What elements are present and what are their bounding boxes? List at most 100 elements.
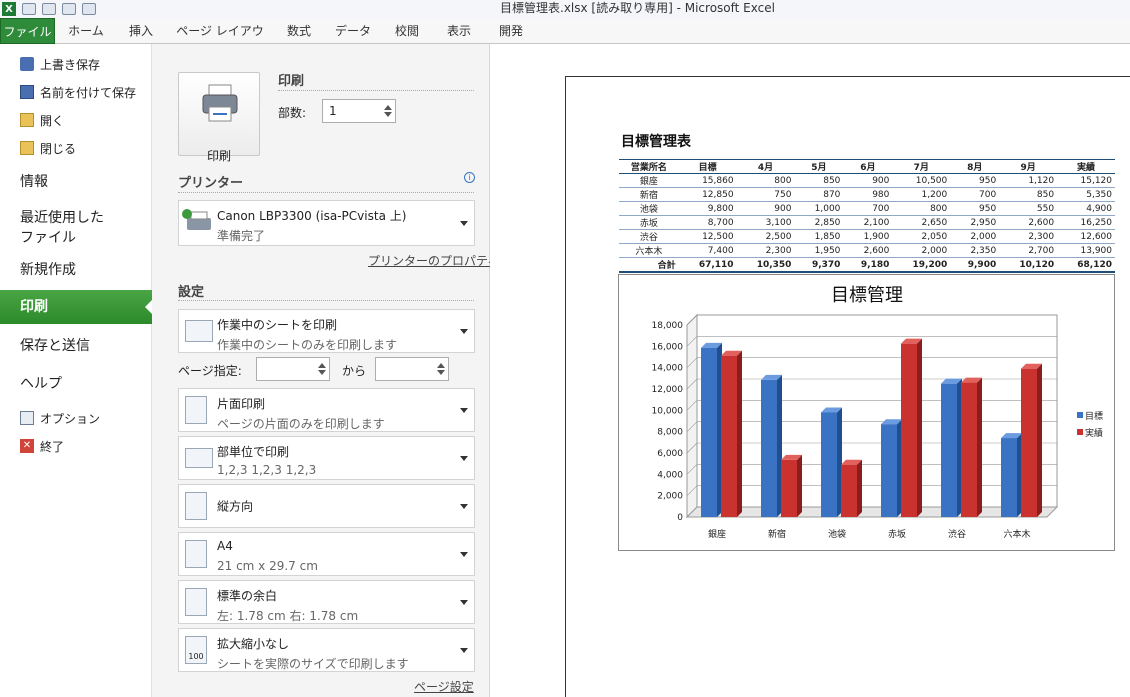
nav-print[interactable]: 印刷 xyxy=(0,290,153,324)
table-cell: 750 xyxy=(736,187,795,202)
nav-options[interactable]: オプション xyxy=(20,408,100,428)
table-cell: 16,250 xyxy=(1057,215,1115,230)
spin-up-icon[interactable] xyxy=(384,105,392,110)
table-cell: 新宿 xyxy=(619,187,679,202)
table-row: 銀座 15,860 800 850 900 10,500 950 1,120 15,120 xyxy=(619,173,1115,188)
scaling-sub: シートを実際のサイズで印刷します xyxy=(217,657,409,671)
chart-bar-side xyxy=(797,454,802,517)
scaling-100-icon: 100 xyxy=(185,636,207,664)
nav-save-send[interactable]: 保存と送信 xyxy=(20,336,90,356)
nav-help[interactable]: ヘルプ xyxy=(20,374,62,394)
table-cell: 950 xyxy=(950,201,1000,216)
redo-icon[interactable] xyxy=(62,3,76,15)
table-cell: 12,850 xyxy=(678,187,737,202)
nav-open[interactable]: 開く xyxy=(20,110,64,130)
chart-y-tick-label: 12,000 xyxy=(652,385,684,395)
nav-info[interactable]: 情報 xyxy=(20,172,48,192)
paper-size-select[interactable]: A4 21 cm x 29.7 cm xyxy=(178,532,475,576)
table-cell: 900 xyxy=(736,201,795,216)
nav-new[interactable]: 新規作成 xyxy=(20,260,76,280)
table-cell: 15,860 xyxy=(678,173,737,188)
pages-from-spinner[interactable] xyxy=(256,357,330,381)
table-cell: 六本木 xyxy=(619,243,679,258)
table-cell: 1,900 xyxy=(843,229,893,244)
printer-heading: プリンター xyxy=(178,176,244,191)
options-icon xyxy=(20,411,34,425)
printer-properties-link[interactable]: プリンターのプロパティ xyxy=(368,252,499,269)
print-preview-icon[interactable] xyxy=(82,3,96,15)
nav-close[interactable]: 閉じる xyxy=(20,138,76,158)
spin-down-icon[interactable] xyxy=(437,370,445,375)
sheet-title: 目標管理表 xyxy=(621,134,691,150)
spin-up-icon[interactable] xyxy=(437,363,445,368)
collate-select[interactable]: 部単位で印刷 1,2,3 1,2,3 1,2,3 xyxy=(178,436,475,480)
table-cell: 2,300 xyxy=(736,243,795,258)
chart-legend-swatch xyxy=(1077,429,1083,435)
print-button[interactable]: 印刷 xyxy=(178,72,260,163)
print-sides-sub: ページの片面のみを印刷します xyxy=(217,417,385,431)
tab-page-layout[interactable]: ページ レイアウト xyxy=(172,18,268,64)
chart-bar-side xyxy=(917,338,922,517)
nav-exit[interactable]: ✕ 終了 xyxy=(20,436,64,456)
table-total-cell: 9,180 xyxy=(843,257,893,273)
settings-heading-divider xyxy=(178,300,474,301)
scaling-select[interactable]: 100 拡大縮小なし シートを実際のサイズで印刷します xyxy=(178,628,475,672)
table-cell: 渋谷 xyxy=(619,229,679,244)
tab-home[interactable]: ホーム xyxy=(62,18,110,44)
copies-spinner[interactable]: 1 xyxy=(322,99,396,123)
tab-developer[interactable]: 開発 xyxy=(490,18,532,44)
page-setup-link[interactable]: ページ設定 xyxy=(414,678,474,695)
chart-legend-label: 目標 xyxy=(1085,410,1103,422)
tab-formulas[interactable]: 数式 xyxy=(278,18,320,44)
pages-to-spinner[interactable] xyxy=(375,357,449,381)
table-cell: 550 xyxy=(999,201,1058,216)
folder-open-icon xyxy=(20,113,34,127)
table-cell: 9,800 xyxy=(678,201,737,216)
table-cell: 2,100 xyxy=(843,215,893,230)
chart-y-tick-label: 8,000 xyxy=(657,428,683,438)
printer-status: 準備完了 xyxy=(217,229,266,243)
print-sides-select[interactable]: 片面印刷 ページの片面のみを印刷します xyxy=(178,388,475,432)
table-cell: 8,700 xyxy=(678,215,737,230)
chevron-down-icon xyxy=(460,221,468,226)
tab-view[interactable]: 表示 xyxy=(438,18,480,44)
tab-insert[interactable]: 挿入 xyxy=(120,18,162,44)
table-cell: 950 xyxy=(950,173,1000,188)
copies-label: 部数: xyxy=(278,106,307,120)
table-cell: 2,000 xyxy=(950,229,1000,244)
table-cell: 2,850 xyxy=(794,215,844,230)
table-cell: 2,500 xyxy=(736,229,795,244)
spin-up-icon[interactable] xyxy=(318,363,326,368)
undo-icon[interactable] xyxy=(42,3,56,15)
nav-print-label: 印刷 xyxy=(20,299,48,315)
printer-select[interactable]: Canon LBP3300 (isa-PCvista 上) 準備完了 xyxy=(178,200,475,246)
spin-down-icon[interactable] xyxy=(384,112,392,117)
save-icon xyxy=(20,57,34,71)
margins-select[interactable]: 標準の余白 左: 1.78 cm 右: 1.78 cm xyxy=(178,580,475,624)
table-row: 池袋 9,800 900 1,000 700 800 950 550 4,900 xyxy=(619,201,1115,216)
spin-down-icon[interactable] xyxy=(318,370,326,375)
table-cell: 12,500 xyxy=(678,229,737,244)
portrait-icon xyxy=(185,492,207,520)
tab-file[interactable]: ファイル xyxy=(0,18,55,44)
info-icon[interactable]: i xyxy=(464,172,475,183)
chart-y-tick-label: 6,000 xyxy=(657,449,683,459)
save-icon[interactable] xyxy=(22,3,36,15)
nav-recent-line1: 最近使用した xyxy=(20,210,104,226)
table-body: 銀座 15,860 800 850 900 10,500 950 1,120 15,120 新宿 1… xyxy=(619,173,1115,273)
print-scope-select[interactable]: 作業中のシートを印刷 作業中のシートのみを印刷します xyxy=(178,309,475,353)
nav-save-as[interactable]: 名前を付けて保存 xyxy=(20,82,136,102)
exit-icon: ✕ xyxy=(20,439,34,453)
tab-review[interactable]: 校閲 xyxy=(386,18,428,44)
chart-bar-side xyxy=(857,459,862,517)
table-cell: 1,950 xyxy=(794,243,844,258)
paper-size-sub: 21 cm x 29.7 cm xyxy=(217,559,318,573)
orientation-select[interactable]: 縦方向 xyxy=(178,484,475,528)
table-cell: 870 xyxy=(794,187,844,202)
table-cell: 800 xyxy=(892,201,951,216)
print-heading-divider xyxy=(278,90,474,91)
nav-save[interactable]: 上書き保存 xyxy=(20,54,100,74)
nav-recent[interactable]: 最近使用した ファイル xyxy=(20,208,104,248)
tab-data[interactable]: データ xyxy=(330,18,376,44)
table-cell: 1,000 xyxy=(794,201,844,216)
